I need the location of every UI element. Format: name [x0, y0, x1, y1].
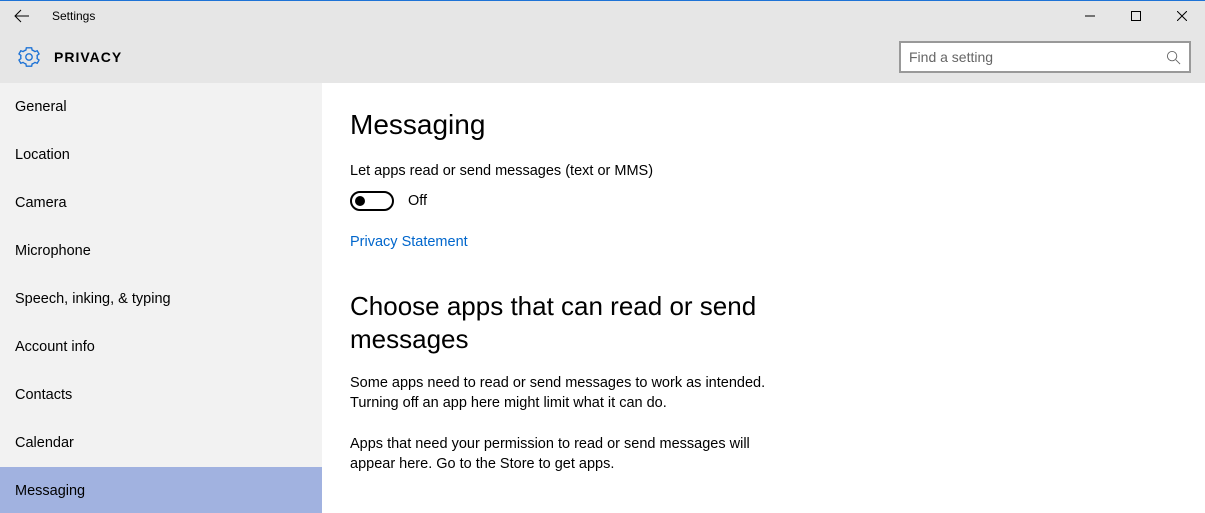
sidebar-item-label: Messaging [15, 483, 85, 499]
search-icon [1166, 50, 1181, 65]
body-text-2: Apps that need your permission to read o… [350, 434, 790, 475]
maximize-icon [1131, 11, 1141, 21]
toggle-knob [355, 196, 365, 206]
window-title: Settings [52, 9, 95, 23]
minimize-icon [1085, 11, 1095, 21]
window-controls [1067, 1, 1205, 31]
sidebar-item-account[interactable]: Account info [0, 323, 322, 371]
sidebar-item-location[interactable]: Location [0, 131, 322, 179]
toggle-row: Off [350, 191, 1165, 211]
header-bar: PRIVACY [0, 31, 1205, 83]
page-title: Messaging [350, 109, 1165, 141]
privacy-statement-link[interactable]: Privacy Statement [350, 234, 468, 250]
toggle-label: Let apps read or send messages (text or … [350, 163, 1165, 179]
header-left: PRIVACY [18, 46, 122, 68]
sidebar-item-label: Microphone [15, 243, 91, 259]
close-icon [1177, 11, 1187, 21]
sidebar-item-label: Account info [15, 339, 95, 355]
search-input[interactable] [909, 49, 1166, 65]
sidebar-item-messaging[interactable]: Messaging [0, 467, 322, 513]
sidebar-item-label: Speech, inking, & typing [15, 291, 171, 307]
sidebar-item-microphone[interactable]: Microphone [0, 227, 322, 275]
close-button[interactable] [1159, 1, 1205, 31]
section-title: Choose apps that can read or send messag… [350, 290, 790, 355]
content-area: General Location Camera Microphone Speec… [0, 83, 1205, 513]
gear-icon [18, 46, 40, 68]
sidebar-item-label: Location [15, 147, 70, 163]
header-title: PRIVACY [54, 49, 122, 65]
sidebar-item-label: General [15, 99, 67, 115]
sidebar-item-speech[interactable]: Speech, inking, & typing [0, 275, 322, 323]
sidebar-item-label: Calendar [15, 435, 74, 451]
maximize-button[interactable] [1113, 1, 1159, 31]
messaging-toggle[interactable] [350, 191, 394, 211]
main-content: Messaging Let apps read or send messages… [322, 83, 1205, 513]
sidebar-item-camera[interactable]: Camera [0, 179, 322, 227]
sidebar: General Location Camera Microphone Speec… [0, 83, 322, 513]
toggle-state-text: Off [408, 193, 427, 209]
sidebar-item-calendar[interactable]: Calendar [0, 419, 322, 467]
titlebar: Settings [0, 1, 1205, 31]
arrow-left-icon [14, 8, 30, 24]
titlebar-left: Settings [8, 2, 95, 30]
sidebar-item-general[interactable]: General [0, 83, 322, 131]
sidebar-item-contacts[interactable]: Contacts [0, 371, 322, 419]
minimize-button[interactable] [1067, 1, 1113, 31]
body-text-1: Some apps need to read or send messages … [350, 373, 790, 414]
back-button[interactable] [8, 2, 36, 30]
sidebar-item-label: Contacts [15, 387, 72, 403]
search-box[interactable] [899, 41, 1191, 73]
sidebar-item-label: Camera [15, 195, 67, 211]
